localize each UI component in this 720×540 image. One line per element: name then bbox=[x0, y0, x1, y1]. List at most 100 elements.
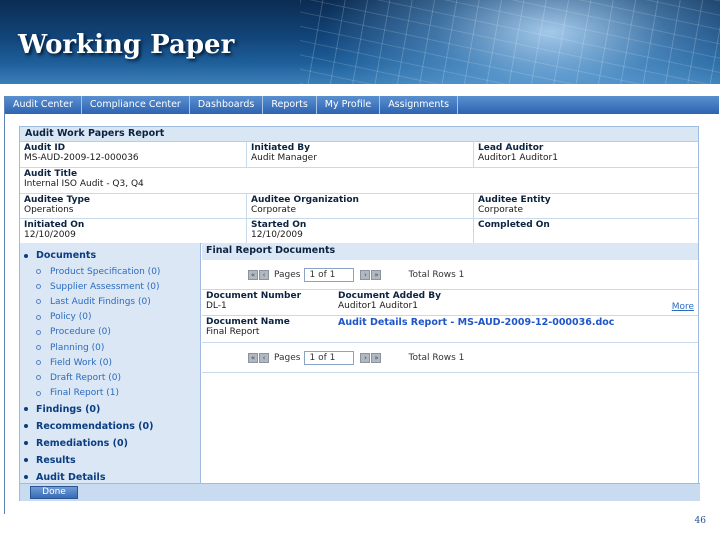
document-number-field: Document Number DL-1 bbox=[202, 290, 334, 315]
field-label: Document Name bbox=[206, 317, 290, 327]
pager-top: « ‹ Pages 1 of 1 › » Total Rows 1 bbox=[202, 260, 698, 290]
field-value: Audit Manager bbox=[251, 153, 317, 163]
field-label: Lead Auditor bbox=[478, 143, 544, 153]
document-added-by-field: Document Added By Auditor1 Auditor1 bbox=[334, 290, 534, 315]
tree-subitem-label: Product Specification (0) bbox=[50, 266, 161, 277]
slide-title: Working Paper bbox=[18, 30, 235, 60]
page-select[interactable]: 1 of 1 bbox=[304, 350, 355, 365]
documents-panel-title: Final Report Documents bbox=[202, 243, 698, 260]
page-select[interactable]: 1 of 1 bbox=[304, 267, 355, 282]
tree-subitem-field-work[interactable]: Field Work (0) bbox=[20, 355, 200, 370]
document-link[interactable]: Audit Details Report - MS-AUD-2009-12-00… bbox=[334, 316, 618, 342]
tree-item-label: Recommendations (0) bbox=[36, 420, 154, 432]
tree-subitem-procedure[interactable]: Procedure (0) bbox=[20, 325, 200, 340]
audit-fields: Audit ID MS-AUD-2009-12-000036 Initiated… bbox=[20, 142, 698, 244]
tree-subitem-product-specification[interactable]: Product Specification (0) bbox=[20, 264, 200, 279]
field-row: Audit Title Internal ISO Audit - Q3, Q4 bbox=[20, 168, 698, 194]
nav-assignments[interactable]: Assignments bbox=[380, 96, 459, 114]
category-tree: Documents Product Specification (0) Supp… bbox=[20, 243, 201, 485]
tree-subitem-label: Last Audit Findings (0) bbox=[50, 296, 151, 307]
prev-page-icon[interactable]: ‹ bbox=[259, 269, 269, 280]
field-value: Corporate bbox=[251, 205, 296, 215]
tree-item-results[interactable]: Results bbox=[20, 452, 200, 469]
initiated-by-field: Initiated By Audit Manager bbox=[247, 142, 474, 167]
nav-compliance-center[interactable]: Compliance Center bbox=[82, 96, 190, 114]
banner-building-graphic bbox=[300, 0, 720, 84]
report-body: Documents Product Specification (0) Supp… bbox=[20, 243, 698, 485]
pager-bottom: « ‹ Pages 1 of 1 › » Total Rows 1 bbox=[202, 343, 698, 373]
last-page-icon[interactable]: » bbox=[371, 352, 382, 363]
field-row: Initiated On 12/10/2009 Started On 12/10… bbox=[20, 219, 698, 244]
nav-dashboards[interactable]: Dashboards bbox=[190, 96, 264, 114]
main-nav: Audit Center Compliance Center Dashboard… bbox=[5, 96, 719, 114]
circle-icon bbox=[36, 375, 41, 381]
document-row: Document Name Final Report Audit Details… bbox=[202, 316, 698, 343]
tree-subitem-supplier-assessment[interactable]: Supplier Assessment (0) bbox=[20, 279, 200, 294]
field-row: Audit ID MS-AUD-2009-12-000036 Initiated… bbox=[20, 142, 698, 168]
field-label: Audit ID bbox=[24, 143, 66, 153]
field-value: Internal ISO Audit - Q3, Q4 bbox=[24, 179, 144, 189]
done-bar: Done bbox=[20, 483, 700, 501]
field-label: Initiated By bbox=[251, 143, 311, 153]
next-page-icon[interactable]: › bbox=[360, 352, 371, 363]
slide-banner: Working Paper bbox=[0, 0, 720, 84]
field-label: Initiated On bbox=[24, 220, 85, 230]
circle-icon bbox=[36, 360, 41, 366]
circle-icon bbox=[36, 314, 41, 320]
field-value: Auditor1 Auditor1 bbox=[478, 153, 558, 163]
bullet-icon bbox=[24, 253, 28, 258]
tree-item-label: Documents bbox=[36, 250, 97, 261]
tree-item-recommendations[interactable]: Recommendations (0) bbox=[20, 418, 200, 435]
circle-icon bbox=[36, 329, 41, 335]
first-page-icon[interactable]: « bbox=[248, 352, 258, 363]
tree-item-label: Results bbox=[36, 454, 76, 466]
tree-subitem-draft-report[interactable]: Draft Report (0) bbox=[20, 370, 200, 385]
field-value: MS-AUD-2009-12-000036 bbox=[24, 153, 139, 163]
audit-title-field: Audit Title Internal ISO Audit - Q3, Q4 bbox=[20, 168, 698, 193]
tree-subitem-label: Policy (0) bbox=[50, 312, 92, 323]
circle-icon bbox=[36, 269, 41, 275]
completed-on-field: Completed On bbox=[474, 219, 698, 243]
nav-audit-center[interactable]: Audit Center bbox=[5, 96, 82, 114]
last-page-icon[interactable]: » bbox=[371, 269, 382, 280]
tree-subitem-planning[interactable]: Planning (0) bbox=[20, 340, 200, 355]
done-button[interactable]: Done bbox=[30, 486, 78, 499]
bullet-icon bbox=[24, 475, 28, 480]
field-label: Document Added By bbox=[338, 291, 441, 301]
next-page-icon[interactable]: › bbox=[360, 269, 371, 280]
initiated-on-field: Initiated On 12/10/2009 bbox=[20, 219, 247, 243]
tree-subitem-policy[interactable]: Policy (0) bbox=[20, 310, 200, 325]
field-value: Corporate bbox=[478, 205, 523, 215]
bullet-icon bbox=[24, 441, 28, 446]
circle-icon bbox=[36, 345, 41, 351]
tree-subitem-label: Procedure (0) bbox=[50, 327, 111, 338]
field-value: DL-1 bbox=[206, 301, 227, 311]
tree-subitem-last-audit-findings[interactable]: Last Audit Findings (0) bbox=[20, 294, 200, 309]
field-value: Final Report bbox=[206, 327, 260, 337]
nav-reports[interactable]: Reports bbox=[263, 96, 317, 114]
total-rows: Total Rows 1 bbox=[408, 352, 465, 363]
page-number: 46 bbox=[694, 516, 706, 526]
tree-item-remediations[interactable]: Remediations (0) bbox=[20, 435, 200, 452]
field-label: Completed On bbox=[478, 220, 550, 230]
field-label: Auditee Type bbox=[24, 195, 91, 205]
tree-item-label: Audit Details bbox=[36, 471, 106, 483]
more-link[interactable]: More bbox=[668, 290, 698, 315]
nav-my-profile[interactable]: My Profile bbox=[317, 96, 381, 114]
field-value: Operations bbox=[24, 205, 74, 215]
tree-subitem-label: Draft Report (0) bbox=[50, 372, 121, 383]
circle-icon bbox=[36, 299, 41, 305]
field-label: Started On bbox=[251, 220, 307, 230]
tree-subitem-final-report[interactable]: Final Report (1) bbox=[20, 386, 200, 401]
app-window: Audit Center Compliance Center Dashboard… bbox=[4, 96, 719, 514]
field-row: Auditee Type Operations Auditee Organiza… bbox=[20, 194, 698, 219]
tree-item-findings[interactable]: Findings (0) bbox=[20, 401, 200, 418]
field-label: Auditee Organization bbox=[251, 195, 359, 205]
first-page-icon[interactable]: « bbox=[248, 269, 258, 280]
prev-page-icon[interactable]: ‹ bbox=[259, 352, 269, 363]
field-label: Auditee Entity bbox=[478, 195, 551, 205]
tree-subitem-label: Supplier Assessment (0) bbox=[50, 281, 160, 292]
tree-item-documents[interactable]: Documents bbox=[20, 247, 200, 264]
lead-auditor-field: Lead Auditor Auditor1 Auditor1 bbox=[474, 142, 698, 167]
bullet-icon bbox=[24, 407, 28, 412]
